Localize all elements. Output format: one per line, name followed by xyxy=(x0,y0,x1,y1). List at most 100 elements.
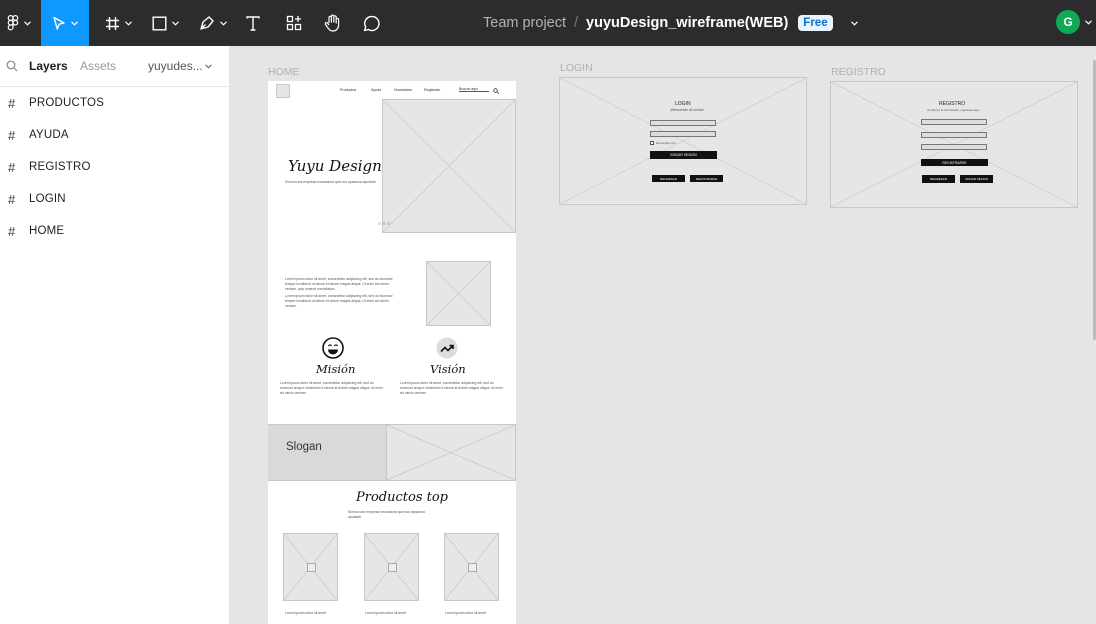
frame-hash-icon: # xyxy=(8,127,16,143)
registro-login-button: INICIAR SESION xyxy=(960,175,993,183)
project-name[interactable]: Team project xyxy=(483,15,566,31)
frame-label-registro[interactable]: REGISTRO xyxy=(831,66,886,78)
login-subtitle: ¡Bienvenido de vuelta! xyxy=(670,108,704,112)
product-caption: Lorem ipsum dolor sit amet xyxy=(365,611,406,615)
registro-primary-button: REGISTRARSE xyxy=(921,159,988,166)
search-icon[interactable] xyxy=(6,60,18,72)
product-caption: Lorem ipsum dolor sit amet xyxy=(285,611,326,615)
move-tool-button[interactable] xyxy=(41,0,89,46)
product-caption: Lorem ipsum dolor sit amet xyxy=(445,611,486,615)
speech-bubble-icon xyxy=(363,15,380,31)
layer-item-ayuda[interactable]: # AYUDA xyxy=(0,119,229,151)
chevron-down-icon xyxy=(124,20,132,26)
file-title-area: Team project / yuyuDesign_wireframe(WEB)… xyxy=(483,0,858,46)
pen-icon xyxy=(200,16,214,30)
slogan-image-placeholder xyxy=(386,424,516,481)
about-text: Lorem ipsum dolor sit amet, consectetur … xyxy=(285,277,393,292)
nav-search: Buscar aquí xyxy=(459,87,489,92)
chevron-down-icon xyxy=(220,20,227,26)
frame-hash-icon: # xyxy=(8,159,16,175)
plan-badge[interactable]: Free xyxy=(798,15,833,31)
top-toolbar: Team project / yuyuDesign_wireframe(WEB)… xyxy=(0,0,1096,46)
text-tool-button[interactable] xyxy=(242,0,264,46)
layer-item-productos[interactable]: # PRODUCTOS xyxy=(0,87,229,119)
product-image-placeholder xyxy=(364,533,419,601)
user-avatar[interactable]: G xyxy=(1056,10,1080,34)
nav-link: Productos xyxy=(340,88,357,92)
layer-item-registro[interactable]: # REGISTRO xyxy=(0,151,229,183)
chevron-down-icon[interactable] xyxy=(205,64,212,69)
comment-tool-button[interactable] xyxy=(361,0,383,46)
remember-checkbox xyxy=(650,141,654,145)
mision-title: Misión xyxy=(316,362,356,376)
productos-subtitle: Somos una empresa innovadora que nos apa… xyxy=(348,510,425,520)
vision-title: Visión xyxy=(430,362,466,376)
login-register-button: REGISTRARSE xyxy=(690,175,723,182)
title-separator: / xyxy=(574,15,579,31)
registro-field xyxy=(921,132,987,138)
panel-tabs: Layers Assets yuyudes... xyxy=(0,46,229,87)
tab-layers[interactable]: Layers xyxy=(29,59,68,73)
registro-field xyxy=(921,119,987,125)
design-canvas[interactable]: HOME LOGIN REGISTRO Productos Ayuda Nove… xyxy=(231,46,1096,624)
slogan-text: Slogan xyxy=(286,441,322,453)
about-text: Lorem ipsum dolor sit amet, consectetur … xyxy=(285,294,393,309)
frame-hash-icon xyxy=(105,16,119,30)
resources-tool-button[interactable] xyxy=(283,0,305,46)
registro-field xyxy=(921,144,987,150)
page-selector[interactable]: yuyudes... xyxy=(148,59,203,73)
layer-label: REGISTRO xyxy=(29,161,91,173)
nav-link: Novedades xyxy=(394,88,413,92)
registro-subtitle: Te damos la bienvenida, registrate aquí xyxy=(927,108,980,112)
product-image-placeholder xyxy=(444,533,499,601)
chevron-down-icon[interactable] xyxy=(850,20,858,26)
layer-label: AYUDA xyxy=(29,129,69,141)
chevron-down-icon xyxy=(71,20,78,26)
remember-label: Remember me xyxy=(656,141,676,145)
login-email-field xyxy=(650,120,716,126)
login-back-button: REGRESAR xyxy=(652,175,685,182)
pen-tool-button[interactable] xyxy=(196,0,230,46)
login-frame[interactable]: LOGIN ¡Bienvenido de vuelta! Remember me… xyxy=(559,77,807,205)
cursor-arrow-icon xyxy=(53,16,65,30)
home-frame[interactable]: Productos Ayuda Novedades Registrate Bus… xyxy=(268,81,516,624)
productos-title: Productos top xyxy=(356,490,448,505)
frame-tool-button[interactable] xyxy=(101,0,135,46)
login-password-field xyxy=(650,131,716,137)
main-menu-button[interactable] xyxy=(0,0,38,46)
text-icon xyxy=(246,15,260,31)
layer-label: PRODUCTOS xyxy=(29,97,105,109)
components-icon xyxy=(286,15,302,31)
chevron-down-icon[interactable] xyxy=(1085,20,1092,25)
search-icon xyxy=(493,88,499,94)
frame-hash-icon: # xyxy=(8,191,16,207)
hand-icon xyxy=(324,14,339,32)
nav-link: Registrate xyxy=(424,88,441,92)
hand-tool-button[interactable] xyxy=(321,0,343,46)
frame-hash-icon: # xyxy=(8,95,16,111)
tab-assets[interactable]: Assets xyxy=(80,59,116,73)
about-image-placeholder xyxy=(426,261,491,326)
hero-image-placeholder xyxy=(382,99,516,233)
vision-text: Lorem ipsum dolor sit amet, consectetur … xyxy=(400,381,503,396)
nav-link: Ayuda xyxy=(371,88,382,92)
product-image-placeholder xyxy=(283,533,338,601)
brand-subtitle: Somos una empresa innovadora que nos apa… xyxy=(285,180,376,184)
trending-up-icon xyxy=(436,337,458,359)
figma-logo-icon xyxy=(7,15,19,31)
file-name[interactable]: yuyuDesign_wireframe(WEB) xyxy=(586,15,788,31)
logo-placeholder xyxy=(276,84,290,98)
rectangle-icon xyxy=(152,16,167,31)
frame-label-home[interactable]: HOME xyxy=(268,66,300,78)
registro-frame[interactable]: REGISTRO Te damos la bienvenida, registr… xyxy=(830,81,1078,208)
layer-item-login[interactable]: # LOGIN xyxy=(0,183,229,215)
layer-item-home[interactable]: # HOME xyxy=(0,215,229,247)
registro-back-button: REGRESAR xyxy=(922,175,955,183)
carousel-dots: ○ ○ ○ xyxy=(378,221,390,227)
login-primary-button: INICIAR SESION xyxy=(650,151,717,159)
frame-label-login[interactable]: LOGIN xyxy=(560,62,593,74)
frame-hash-icon: # xyxy=(8,223,16,239)
shape-tool-button[interactable] xyxy=(148,0,182,46)
layer-label: LOGIN xyxy=(29,193,66,205)
chevron-down-icon xyxy=(24,20,31,26)
